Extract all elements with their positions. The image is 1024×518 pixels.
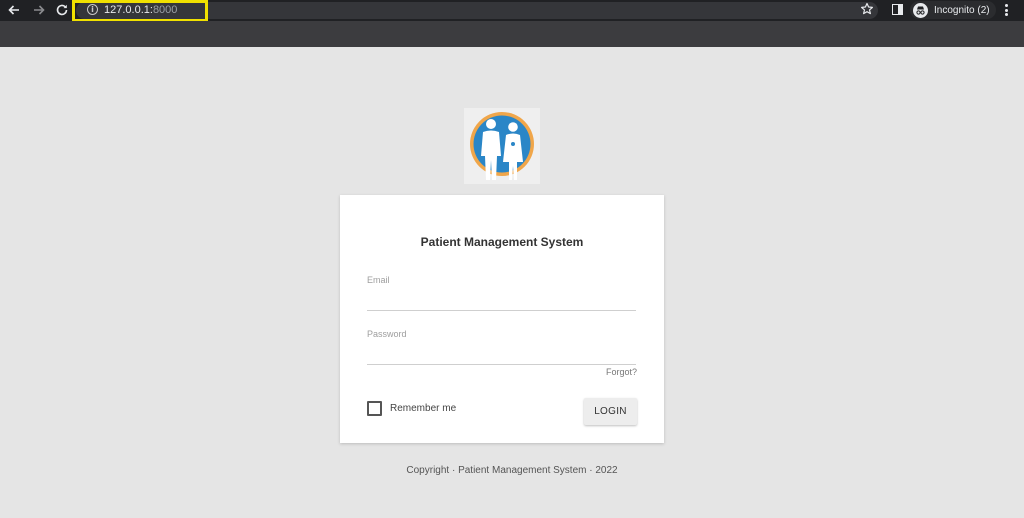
url-highlight-box	[72, 0, 208, 22]
incognito-label: Incognito (2)	[934, 4, 990, 16]
star-icon[interactable]	[860, 2, 874, 16]
email-label: Email	[367, 275, 390, 285]
password-field[interactable]	[367, 345, 636, 365]
password-label: Password	[367, 329, 407, 339]
more-menu-icon[interactable]	[1003, 3, 1009, 17]
footer-copyright: Copyright · Patient Management System · …	[406, 465, 618, 476]
email-field[interactable]	[367, 291, 636, 311]
page-title: Patient Management System	[420, 235, 584, 249]
doctors-logo	[464, 108, 540, 184]
login-button[interactable]: LOGIN	[584, 398, 637, 425]
side-panel-icon[interactable]	[892, 4, 903, 15]
back-arrow-icon[interactable]	[6, 2, 22, 18]
browser-bookmark-strip	[0, 21, 1024, 47]
login-card: Patient Management System Email Password…	[340, 195, 664, 443]
reload-icon[interactable]	[54, 2, 70, 18]
remember-me-label[interactable]: Remember me	[390, 403, 456, 414]
remember-me-control[interactable]: Remember me	[367, 401, 456, 416]
incognito-icon	[913, 2, 928, 18]
forgot-password-link[interactable]: Forgot?	[606, 367, 637, 377]
browser-toolbar: i 127.0.0.1:8000 Incognito (2)	[0, 0, 1024, 22]
remember-me-checkbox[interactable]	[367, 401, 382, 416]
incognito-badge[interactable]: Incognito (2)	[910, 1, 996, 19]
forward-arrow-icon[interactable]	[31, 2, 47, 18]
